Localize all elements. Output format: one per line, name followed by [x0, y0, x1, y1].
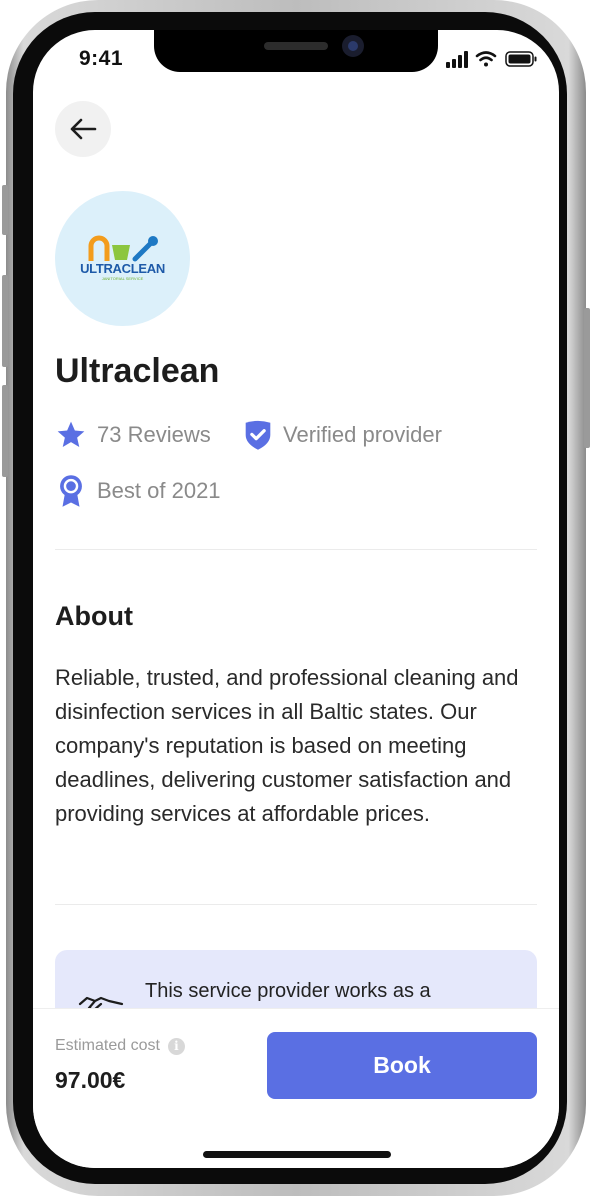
- divider: [55, 549, 537, 550]
- ribbon-badge-icon: [60, 475, 82, 507]
- provider-name: Ultraclean: [55, 352, 220, 390]
- book-button[interactable]: Book: [267, 1032, 537, 1099]
- app-screen: 9:41 ULTRACLEAN JANITORIAL SERVICE Ultra…: [33, 30, 559, 1168]
- info-icon[interactable]: i: [167, 1037, 185, 1055]
- status-time: 9:41: [79, 47, 124, 70]
- back-button[interactable]: [55, 101, 111, 157]
- verified-label: Verified provider: [283, 422, 442, 447]
- logo-subtext: JANITORIAL SERVICE: [101, 276, 144, 281]
- arrow-left-icon: [70, 118, 97, 140]
- verified-badge: Verified provider: [243, 419, 442, 451]
- battery-icon: [505, 51, 537, 67]
- about-text: Reliable, trusted, and professional clea…: [55, 665, 519, 826]
- award-label: Best of 2021: [97, 478, 221, 503]
- cleaning-tools-icon: [88, 235, 158, 262]
- estimated-cost-text: Estimated cost: [55, 1037, 160, 1054]
- reviews-count: 73 Reviews: [97, 422, 211, 447]
- notch: [154, 30, 438, 72]
- speaker: [264, 42, 328, 50]
- logo-text: ULTRACLEAN: [80, 261, 165, 276]
- reviews-badge[interactable]: 73 Reviews: [55, 419, 211, 451]
- award-badge: Best of 2021: [55, 474, 221, 508]
- bottom-bar: Estimated cost i 97.00€ Book: [33, 1008, 559, 1168]
- side-button: [2, 275, 8, 367]
- side-button: [584, 308, 590, 448]
- about-title: About: [55, 601, 133, 631]
- provider-logo: ULTRACLEAN JANITORIAL SERVICE: [55, 191, 190, 326]
- camera: [342, 35, 364, 57]
- status-icons: [446, 51, 537, 68]
- divider: [55, 904, 537, 905]
- price-value: 97.00€: [55, 1067, 126, 1093]
- home-indicator[interactable]: [203, 1151, 391, 1158]
- info-card-text: This service provider works as a: [145, 980, 431, 1002]
- side-button: [2, 185, 8, 235]
- wifi-icon: [475, 51, 497, 67]
- star-icon: [57, 421, 85, 447]
- signal-icon: [446, 51, 468, 68]
- shield-check-icon: [245, 420, 271, 450]
- estimated-cost-label: Estimated cost i: [55, 1037, 185, 1055]
- side-button: [2, 385, 8, 477]
